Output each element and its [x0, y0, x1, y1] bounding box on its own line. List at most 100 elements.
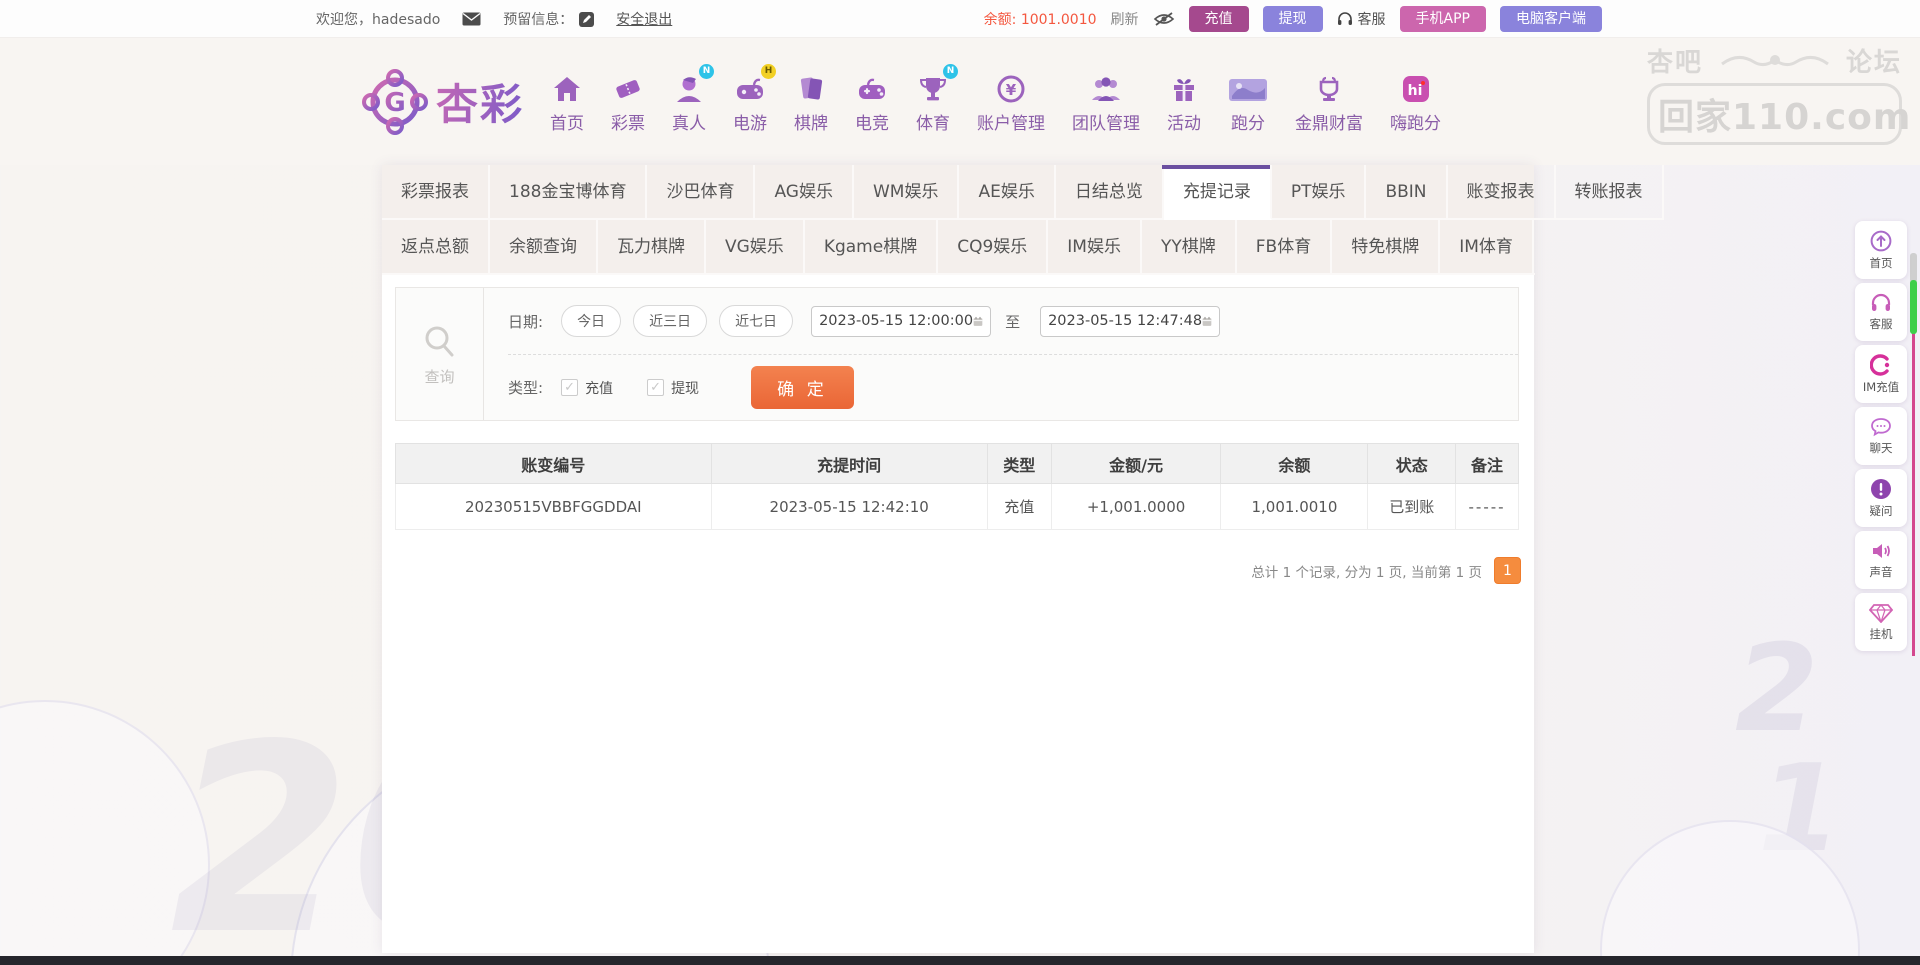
tab-im-yule[interactable]: IM娱乐 — [1048, 220, 1142, 275]
topbar-left: 欢迎您，hadesado 预留信息： 安全退出 — [316, 0, 672, 38]
main-content-card: 彩票报表 188金宝博体育 沙巴体育 AG娱乐 WM娱乐 AE娱乐 日结总览 充… — [382, 165, 1534, 953]
tab-yy[interactable]: YY棋牌 — [1142, 220, 1237, 275]
type-withdraw-option[interactable]: ✓ 提现 — [647, 378, 699, 398]
tab-cq9[interactable]: CQ9娱乐 — [938, 220, 1048, 275]
quick-3days-button[interactable]: 近三日 — [633, 305, 707, 337]
c-recharge-icon — [1870, 354, 1892, 376]
sidebar-item-hangup[interactable]: 挂机 — [1855, 593, 1907, 651]
nav-item-lottery[interactable]: 彩票 — [611, 70, 645, 134]
nav-item-live[interactable]: N 真人 — [672, 70, 706, 134]
nav-item-sports[interactable]: N 体育 — [916, 70, 950, 134]
nav-item-egames[interactable]: H 电游 — [733, 70, 767, 134]
tab-im-tiyu[interactable]: IM体育 — [1440, 220, 1534, 275]
col-note: 备注 — [1456, 444, 1519, 484]
recharge-checkbox[interactable]: ✓ — [561, 379, 578, 396]
cell-change-id: 20230515VBBFGGDDAI — [396, 484, 712, 530]
nav-item-activity[interactable]: 活动 — [1167, 70, 1201, 134]
decor-ball-right — [1600, 820, 1860, 965]
withdraw-button[interactable]: 提现 — [1263, 6, 1323, 32]
sidebar-item-sound[interactable]: 声音 — [1855, 531, 1907, 589]
pagination-summary: 总计 1 个记录, 分为 1 页, 当前第 1 页 — [1251, 561, 1482, 581]
site-watermark: 杏吧 论坛 回家110.com — [1647, 42, 1902, 145]
tab-ae[interactable]: AE娱乐 — [959, 165, 1055, 220]
pagination: 总计 1 个记录, 分为 1 页, 当前第 1 页 1 — [1251, 557, 1521, 584]
date-to-input[interactable]: 2023-05-15 12:47:48 — [1040, 306, 1220, 337]
logout-link[interactable]: 安全退出 — [616, 9, 672, 29]
recharge-button[interactable]: 充值 — [1189, 6, 1249, 32]
tab-188-jinbaobo[interactable]: 188金宝博体育 — [490, 165, 647, 220]
withdraw-checkbox[interactable]: ✓ — [647, 379, 664, 396]
cell-balance: 1,001.0010 — [1221, 484, 1368, 530]
date-from-input[interactable]: 2023-05-15 12:00:00 — [811, 306, 991, 337]
edit-pencil-icon[interactable] — [579, 12, 594, 27]
nav-item-esports[interactable]: 电竞 — [855, 70, 889, 134]
tab-vg[interactable]: VG娱乐 — [706, 220, 805, 275]
speaker-icon — [1870, 541, 1892, 561]
to-label: 至 — [1005, 311, 1020, 332]
eye-slash-icon[interactable] — [1153, 11, 1175, 27]
tab-chongti-jilu-active[interactable]: 充提记录 — [1164, 165, 1272, 220]
type-label: 类型: — [508, 377, 543, 398]
svg-text:G: G — [384, 88, 405, 118]
nav-item-paofen[interactable]: 跑分 — [1228, 70, 1268, 134]
tab-zhuanzhang[interactable]: 转账报表 — [1556, 165, 1664, 220]
tab-pt[interactable]: PT娱乐 — [1272, 165, 1367, 220]
sidebar-item-chat[interactable]: 聊天 — [1855, 407, 1907, 465]
tab-wm[interactable]: WM娱乐 — [854, 165, 959, 220]
sidebar-item-im-recharge[interactable]: IM充值 — [1855, 345, 1907, 403]
pc-client-button[interactable]: 电脑客户端 — [1500, 6, 1602, 32]
mobile-app-button[interactable]: 手机APP — [1400, 6, 1486, 32]
sidebar-item-question[interactable]: 疑问 — [1855, 469, 1907, 527]
tab-ag[interactable]: AG娱乐 — [755, 165, 854, 220]
tab-fandian[interactable]: 返点总额 — [382, 220, 490, 275]
nav-item-team[interactable]: 团队管理 — [1072, 70, 1140, 134]
topbar: 欢迎您，hadesado 预留信息： 安全退出 余额: 1001.0010 刷新… — [0, 0, 1920, 38]
header: G 杏彩 首页 彩票 N — [0, 38, 1920, 165]
refresh-link[interactable]: 刷新 — [1111, 9, 1139, 29]
recharge-checkbox-label: 充值 — [585, 378, 613, 398]
sidebar-item-service[interactable]: 客服 — [1855, 283, 1907, 341]
tab-temian[interactable]: 特免棋牌 — [1332, 220, 1440, 275]
cell-status: 已到账 — [1368, 484, 1456, 530]
nav-item-account[interactable]: ¥ 账户管理 — [977, 70, 1045, 134]
hi-app-icon: hi — [1401, 70, 1431, 104]
quick-today-button[interactable]: 今日 — [561, 305, 621, 337]
tab-kgame[interactable]: Kgame棋牌 — [805, 220, 938, 275]
service-link[interactable]: 客服 — [1337, 9, 1386, 29]
tab-rijie[interactable]: 日结总览 — [1056, 165, 1164, 220]
tab-fb[interactable]: FB体育 — [1237, 220, 1332, 275]
date-from-value: 2023-05-15 12:00:00 — [819, 313, 973, 329]
col-status: 状态 — [1368, 444, 1456, 484]
esports-gamepad-icon — [856, 70, 888, 104]
scrollbar-accent-pink — [1912, 332, 1915, 656]
tab-caipiao-baobiao[interactable]: 彩票报表 — [382, 165, 490, 220]
live-person-icon: N — [674, 70, 704, 104]
scrollbar-track[interactable] — [1910, 253, 1917, 283]
balance: 余额: 1001.0010 — [984, 9, 1097, 29]
tab-zhangbian[interactable]: 账变报表 — [1448, 165, 1556, 220]
quick-7days-button[interactable]: 近七日 — [719, 305, 793, 337]
nav-item-hipaofen[interactable]: hi 嗨跑分 — [1390, 70, 1441, 134]
watermark-right-text: 论坛 — [1846, 42, 1902, 79]
logo[interactable]: G 杏彩 — [362, 69, 524, 135]
nav-item-cards[interactable]: 棋牌 — [794, 70, 828, 134]
nav-item-jinding[interactable]: 金鼎财富 — [1295, 70, 1363, 134]
tab-row-2: 返点总额 余额查询 瓦力棋牌 VG娱乐 Kgame棋牌 CQ9娱乐 IM娱乐 Y… — [382, 220, 1534, 275]
service-label: 客服 — [1358, 9, 1386, 29]
tab-yue-chaxun[interactable]: 余额查询 — [490, 220, 598, 275]
tab-wali[interactable]: 瓦力棋牌 — [598, 220, 706, 275]
mail-icon[interactable] — [462, 12, 481, 26]
confirm-button[interactable]: 确 定 — [751, 366, 854, 409]
headset-icon — [1337, 12, 1353, 27]
calendar-icon — [1202, 314, 1212, 329]
scrollbar-thumb-green[interactable] — [1910, 280, 1917, 334]
tab-bbin[interactable]: BBIN — [1366, 165, 1447, 220]
calendar-icon — [973, 314, 983, 329]
decor-ball-left — [0, 700, 210, 965]
nav-item-home[interactable]: 首页 — [550, 70, 584, 134]
tab-shaba[interactable]: 沙巴体育 — [647, 165, 755, 220]
bottom-edge-bar — [0, 956, 1920, 965]
sidebar-item-home[interactable]: 首页 — [1855, 221, 1907, 279]
type-recharge-option[interactable]: ✓ 充值 — [561, 378, 613, 398]
page-1-button[interactable]: 1 — [1494, 557, 1521, 584]
